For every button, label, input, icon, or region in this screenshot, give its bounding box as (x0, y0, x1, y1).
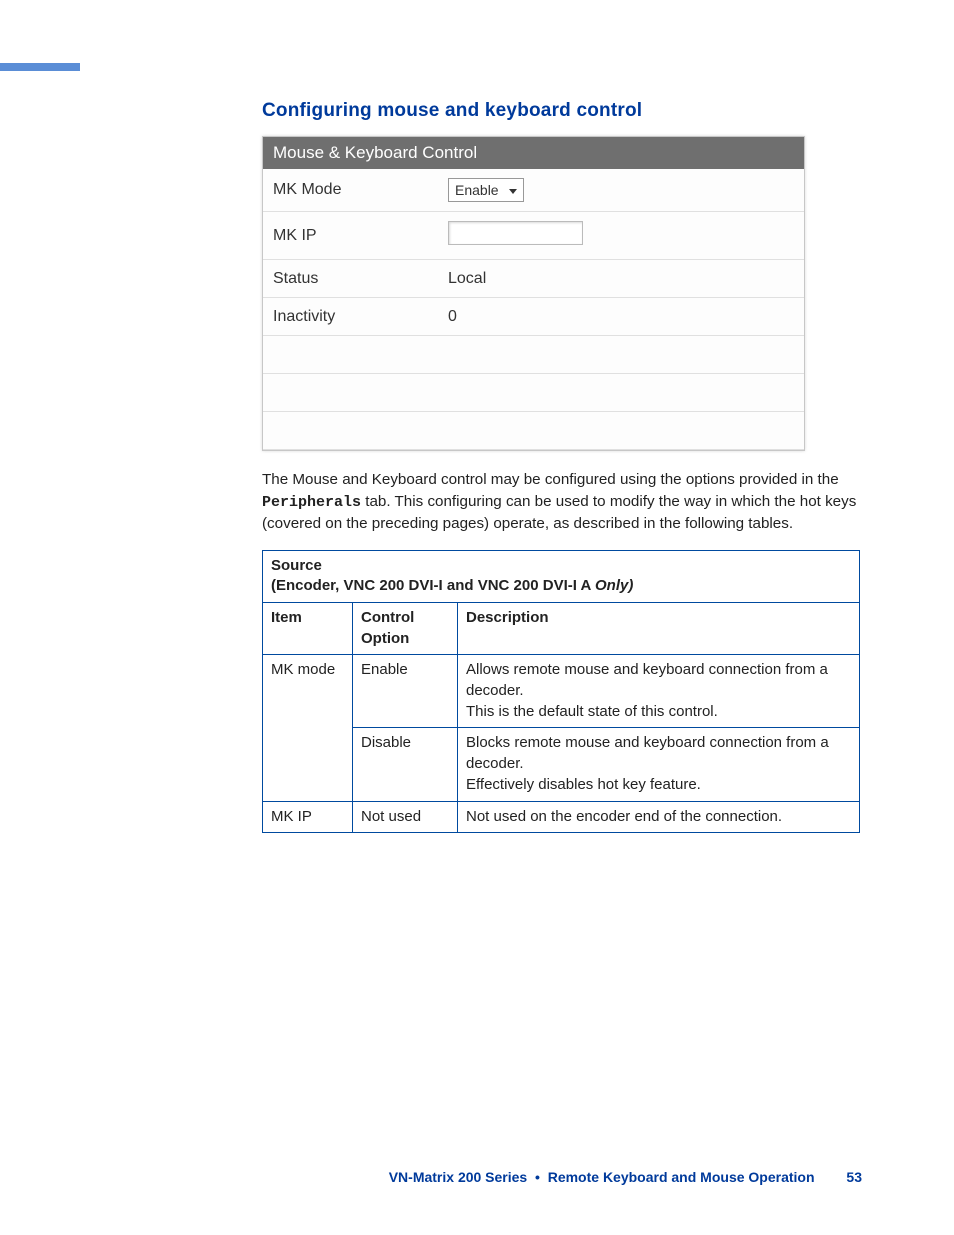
header-accent (0, 63, 80, 71)
mk-ip-label: MK IP (263, 212, 438, 260)
panel-title: Mouse & Keyboard Control (263, 137, 804, 169)
mk-mode-select-value: Enable (455, 182, 499, 198)
table-row-desc: Allows remote mouse and keyboard connect… (458, 655, 860, 728)
status-label: Status (263, 260, 438, 298)
mouse-keyboard-panel: Mouse & Keyboard Control MK Mode Enable … (262, 136, 805, 451)
body-text-a: The Mouse and Keyboard control may be co… (262, 471, 839, 488)
mk-mode-select[interactable]: Enable (448, 178, 524, 202)
footer-product: VN-Matrix 200 Series (389, 1169, 528, 1185)
status-value: Local (438, 260, 804, 298)
section-heading: Configuring mouse and keyboard control (262, 100, 862, 122)
table-row-option: Enable (353, 655, 458, 728)
col-item: Item (263, 603, 353, 655)
inactivity-value: 0 (438, 298, 804, 336)
body-paragraph: The Mouse and Keyboard control may be co… (262, 469, 862, 534)
table-row-item: MK mode (263, 655, 353, 801)
footer-page-number: 53 (846, 1169, 862, 1185)
source-table: Source (Encoder, VNC 200 DVI-I and VNC 2… (262, 550, 860, 834)
col-desc: Description (458, 603, 860, 655)
page-footer: VN-Matrix 200 Series • Remote Keyboard a… (0, 1169, 954, 1185)
footer-section: Remote Keyboard and Mouse Operation (548, 1169, 815, 1185)
peripherals-tab-name: Peripherals (262, 494, 361, 511)
inactivity-label: Inactivity (263, 298, 438, 336)
table-row-option: Disable (353, 728, 458, 801)
table-row-desc: Not used on the encoder end of the conne… (458, 801, 860, 833)
source-sub-only: Only) (595, 577, 633, 594)
table-row-desc: Blocks remote mouse and keyboard connect… (458, 728, 860, 801)
mk-mode-label: MK Mode (263, 169, 438, 212)
table-row-option: Not used (353, 801, 458, 833)
source-sub-a: (Encoder, VNC 200 DVI-I and VNC 200 DVI-… (271, 577, 595, 594)
source-title: Source (271, 557, 322, 574)
mk-ip-input[interactable] (448, 221, 583, 245)
table-row-item: MK IP (263, 801, 353, 833)
col-control: Control Option (353, 603, 458, 655)
